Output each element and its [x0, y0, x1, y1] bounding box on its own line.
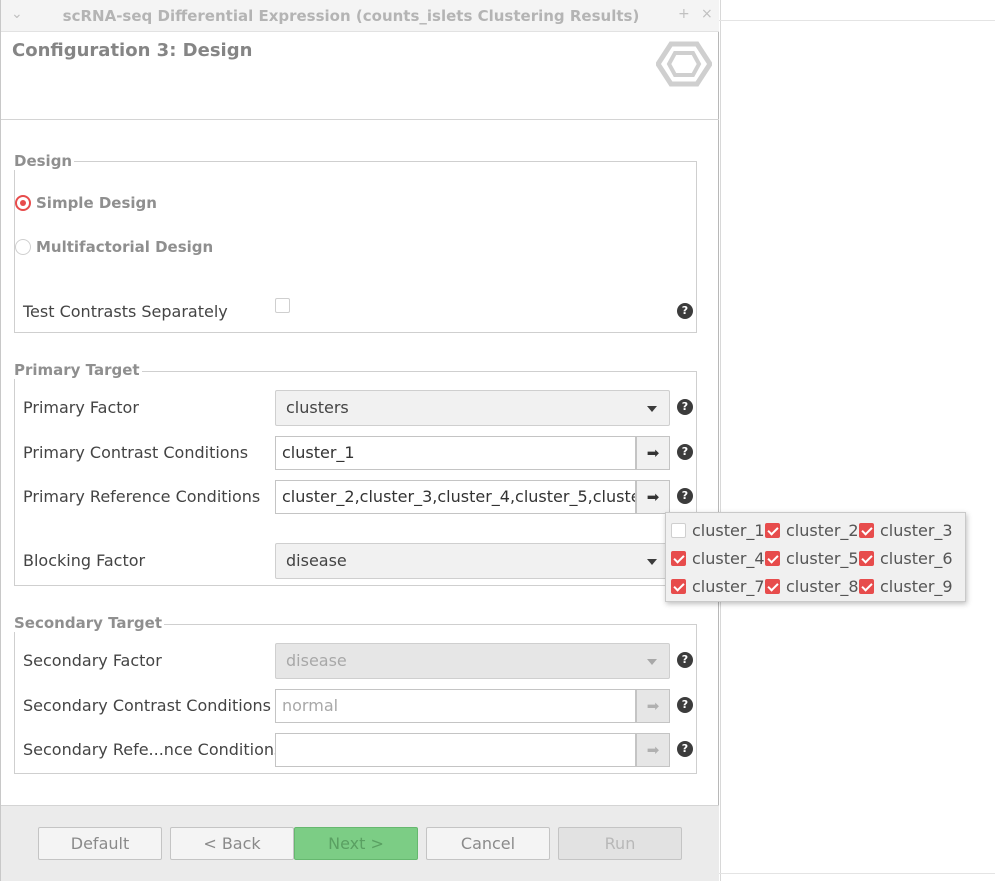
design-group-title: Design [14, 152, 75, 170]
cluster-checkbox[interactable] [859, 523, 874, 538]
arrow-right-icon[interactable]: ➡ [636, 733, 670, 767]
cluster-checkbox[interactable] [859, 579, 874, 594]
primary-reference-input[interactable]: cluster_2,cluster_3,cluster_4,cluster_5,… [275, 480, 636, 514]
window-title: scRNA-seq Differential Expression (count… [62, 7, 640, 25]
secondary-contrast-input[interactable]: normal [275, 689, 636, 723]
popup-item-cluster-6[interactable]: cluster_6 [859, 549, 953, 568]
popup-item-cluster-2[interactable]: cluster_2 [765, 521, 859, 540]
primary-reference-label: Primary Reference Conditions [23, 487, 261, 506]
help-icon[interactable]: ? [677, 741, 693, 757]
help-icon[interactable]: ? [677, 444, 693, 460]
cluster-checkbox[interactable] [765, 523, 780, 538]
secondary-factor-label: Secondary Factor [23, 651, 162, 670]
grid-line [720, 0, 721, 881]
cluster-label: cluster_6 [880, 549, 953, 568]
title-bar: ⌄ scRNA-seq Differential Expression (cou… [1, 0, 719, 32]
multifactorial-design-option[interactable]: Multifactorial Design [15, 238, 213, 256]
cluster-label: cluster_4 [692, 549, 765, 568]
secondary-factor-select[interactable]: disease [275, 643, 670, 679]
primary-contrast-label: Primary Contrast Conditions [23, 443, 249, 462]
primary-factor-value: clusters [286, 398, 349, 417]
cluster-checkbox[interactable] [671, 551, 686, 566]
cancel-button[interactable]: Cancel [426, 827, 550, 860]
cluster-label: cluster_2 [786, 521, 859, 540]
cluster-label: cluster_7 [692, 577, 765, 596]
page-header: Configuration 3: Design [1, 32, 719, 120]
page-title: Configuration 3: Design [12, 40, 253, 61]
multifactorial-design-radio[interactable] [15, 239, 31, 255]
cluster-checkbox[interactable] [671, 523, 686, 538]
primary-factor-label: Primary Factor [23, 398, 139, 417]
reference-conditions-popup: cluster_1 cluster_2 cluster_3 cluster_4 … [665, 512, 966, 602]
secondary-reference-label: Secondary Refe...nce Conditions [23, 740, 283, 759]
back-button[interactable]: < Back [170, 827, 294, 860]
secondary-contrast-label: Secondary Contrast Conditions [23, 696, 271, 715]
primary-contrast-input[interactable]: cluster_1 [275, 436, 636, 470]
simple-design-radio[interactable] [15, 195, 31, 211]
cluster-label: cluster_5 [786, 549, 859, 568]
popup-item-cluster-9[interactable]: cluster_9 [859, 577, 953, 596]
help-icon[interactable]: ? [677, 303, 693, 319]
run-button[interactable]: Run [558, 827, 682, 860]
cluster-label: cluster_8 [786, 577, 859, 596]
close-icon[interactable]: × [701, 6, 713, 22]
next-button[interactable]: Next > [294, 827, 418, 860]
test-contrasts-label: Test Contrasts Separately [23, 302, 228, 321]
arrow-right-icon[interactable]: ➡ [636, 689, 670, 723]
maximize-icon[interactable]: + [678, 6, 690, 22]
blocking-factor-value: disease [286, 551, 347, 570]
button-bar: Default < Back Next > Cancel Run [1, 805, 719, 881]
blocking-factor-label: Blocking Factor [23, 551, 146, 570]
secondary-factor-value: disease [286, 651, 347, 670]
help-icon[interactable]: ? [677, 399, 693, 415]
popup-item-cluster-3[interactable]: cluster_3 [859, 521, 953, 540]
secondary-target-title: Secondary Target [14, 614, 165, 632]
default-button[interactable]: Default [38, 827, 162, 860]
cluster-checkbox[interactable] [765, 551, 780, 566]
popup-item-cluster-7[interactable]: cluster_7 [671, 577, 765, 596]
secondary-reference-input[interactable] [275, 733, 636, 767]
chevron-down-icon [647, 406, 657, 412]
test-contrasts-checkbox[interactable] [275, 298, 290, 313]
primary-factor-select[interactable]: clusters [275, 390, 670, 426]
simple-design-option[interactable]: Simple Design [15, 194, 157, 212]
primary-target-title: Primary Target [14, 361, 142, 379]
multifactorial-design-label: Multifactorial Design [36, 238, 214, 256]
hexagon-logo-icon [656, 41, 712, 87]
cluster-label: cluster_3 [880, 521, 953, 540]
blocking-factor-select[interactable]: disease [275, 543, 670, 579]
popup-item-cluster-8[interactable]: cluster_8 [765, 577, 859, 596]
help-icon[interactable]: ? [677, 652, 693, 668]
cluster-checkbox[interactable] [859, 551, 874, 566]
cluster-checkbox[interactable] [765, 579, 780, 594]
simple-design-label: Simple Design [36, 194, 157, 212]
help-icon[interactable]: ? [677, 697, 693, 713]
chevron-down-icon [647, 659, 657, 665]
chevron-down-icon [647, 559, 657, 565]
dialog-window: ⌄ scRNA-seq Differential Expression (cou… [0, 0, 719, 881]
popup-item-cluster-5[interactable]: cluster_5 [765, 549, 859, 568]
popup-item-cluster-1[interactable]: cluster_1 [671, 521, 765, 540]
cluster-label: cluster_9 [880, 577, 953, 596]
cluster-checkbox[interactable] [671, 579, 686, 594]
arrow-right-icon[interactable]: ➡ [636, 480, 670, 514]
popup-item-cluster-4[interactable]: cluster_4 [671, 549, 765, 568]
help-icon[interactable]: ? [677, 488, 693, 504]
cluster-label: cluster_1 [692, 521, 765, 540]
arrow-right-icon[interactable]: ➡ [636, 436, 670, 470]
